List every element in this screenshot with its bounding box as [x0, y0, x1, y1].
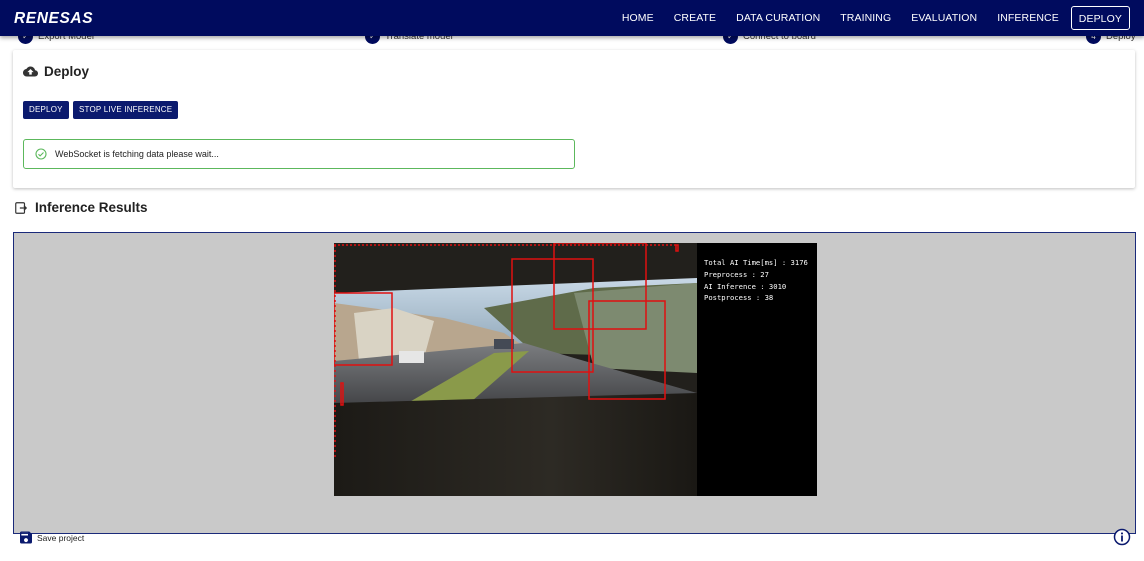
main-nav: HOME CREATE DATA CURATION TRAINING EVALU…	[612, 0, 1130, 36]
cloud-upload-icon	[23, 66, 38, 77]
camera-feed-image: Total AI Time[ms] : 3176 Preprocess : 27…	[334, 243, 817, 496]
renesas-logo[interactable]: RENESAS	[14, 6, 109, 28]
inference-results-panel: Total AI Time[ms] : 3176 Preprocess : 27…	[13, 232, 1136, 534]
check-circle-icon	[35, 148, 47, 160]
deploy-title: Deploy	[44, 64, 90, 79]
save-project-label: Save project	[37, 532, 85, 543]
save-project-button[interactable]: Save project	[18, 529, 84, 546]
stat-preprocess: Preprocess : 27	[704, 270, 769, 279]
nav-training[interactable]: TRAINING	[830, 6, 901, 30]
stat-ai-inference: AI Inference : 3010	[704, 282, 786, 291]
nav-inference[interactable]: INFERENCE	[987, 6, 1069, 30]
nav-deploy[interactable]: DEPLOY	[1070, 6, 1130, 30]
deploy-card: Deploy DEPLOY STOP LIVE INFERENCE WebSoc…	[13, 50, 1135, 188]
deploy-button[interactable]: DEPLOY	[23, 101, 69, 119]
stat-postprocess: Postprocess : 38	[704, 293, 773, 302]
exit-to-app-icon	[15, 201, 28, 214]
nav-home[interactable]: HOME	[612, 6, 664, 30]
alert-message: WebSocket is fetching data please wait..…	[55, 149, 219, 159]
save-icon	[20, 531, 32, 544]
inference-results-heading: Inference Results	[14, 200, 148, 215]
svg-text:RENESAS: RENESAS	[14, 10, 93, 27]
websocket-status-alert: WebSocket is fetching data please wait..…	[23, 139, 575, 169]
nav-create[interactable]: CREATE	[664, 6, 726, 30]
deploy-heading: Deploy	[23, 64, 89, 79]
inference-results-title: Inference Results	[35, 200, 148, 215]
stat-total-ai-time: Total AI Time[ms] : 3176	[704, 258, 808, 267]
stop-live-inference-button[interactable]: STOP LIVE INFERENCE	[73, 101, 179, 119]
nav-data-curation[interactable]: DATA CURATION	[726, 6, 830, 30]
nav-evaluation[interactable]: EVALUATION	[901, 6, 987, 30]
info-icon[interactable]	[1113, 528, 1131, 546]
top-app-bar: RENESAS HOME CREATE DATA CURATION TRAINI…	[0, 0, 1144, 36]
